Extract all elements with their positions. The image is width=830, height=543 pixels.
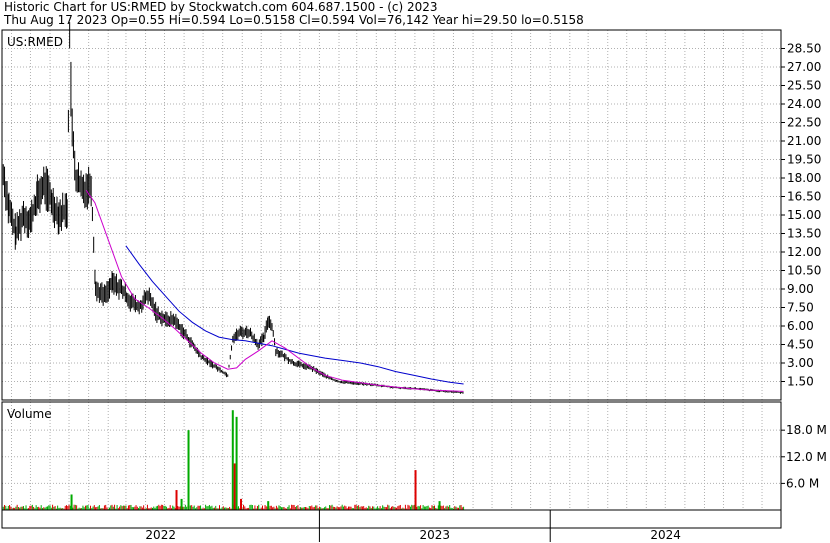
time-axis-border xyxy=(1,509,782,529)
volume-spike xyxy=(267,501,270,510)
volume-spike xyxy=(70,494,73,510)
price-tick-label: 24.00 xyxy=(787,97,821,111)
volume-tick-label: 12.0 M xyxy=(786,450,827,464)
volume-spike xyxy=(180,498,183,510)
price-tick-label: 15.00 xyxy=(787,208,821,222)
price-bars xyxy=(1,22,464,394)
price-tick-label: 18.00 xyxy=(787,171,821,185)
year-label: 2024 xyxy=(650,528,681,542)
ma-short-line xyxy=(85,190,464,392)
price-tick-label: 25.50 xyxy=(787,79,821,93)
price-tick-label: 12.00 xyxy=(787,245,821,259)
price-tick-label: 28.50 xyxy=(787,42,821,56)
price-tick-label: 6.00 xyxy=(787,319,814,333)
volume-axis: 6.0 M 12.0 M 18.0 M xyxy=(781,423,827,490)
volume-panel-border xyxy=(1,401,782,511)
volume-spike xyxy=(414,470,417,510)
price-tick-label: 3.00 xyxy=(787,356,814,370)
price-tick-label: 7.50 xyxy=(787,301,814,315)
price-tick-label: 4.50 xyxy=(787,338,814,352)
price-tick-label: 13.50 xyxy=(787,227,821,241)
volume-spike xyxy=(235,416,238,510)
volume-bars xyxy=(1,410,465,510)
volume-spike xyxy=(240,498,243,510)
volume-spike xyxy=(175,490,178,510)
volume-tick-label: 6.0 M xyxy=(786,476,819,490)
volume-spike xyxy=(231,410,234,510)
year-label: 2022 xyxy=(145,528,176,542)
price-tick-label: 22.50 xyxy=(787,116,821,130)
symbol-label: US:RMED xyxy=(7,35,63,49)
price-tick-label: 21.00 xyxy=(787,134,821,148)
volume-spike xyxy=(233,463,236,510)
time-axis: 2022 2023 2024 xyxy=(145,510,681,542)
volume-label: Volume xyxy=(7,407,52,421)
price-axis: 1.50 3.00 4.50 6.00 7.50 9.00 10.50 12.00 13.50 1… xyxy=(781,42,821,389)
price-panel-border xyxy=(1,29,782,401)
volume-spike xyxy=(438,501,441,510)
stock-chart: 1.50 3.00 4.50 6.00 7.50 9.00 10.50 12.00 13.50 1… xyxy=(1,22,827,542)
volume-tick-label: 18.0 M xyxy=(786,423,827,437)
price-tick-label: 16.50 xyxy=(787,190,821,204)
year-label: 2023 xyxy=(420,528,451,542)
volume-spike xyxy=(187,430,190,510)
price-tick-label: 10.50 xyxy=(787,264,821,278)
price-tick-label: 1.50 xyxy=(787,375,814,389)
price-tick-label: 19.50 xyxy=(787,153,821,167)
price-tick-label: 9.00 xyxy=(787,282,814,296)
price-tick-label: 27.00 xyxy=(787,60,821,74)
chart-frame xyxy=(1,29,782,529)
